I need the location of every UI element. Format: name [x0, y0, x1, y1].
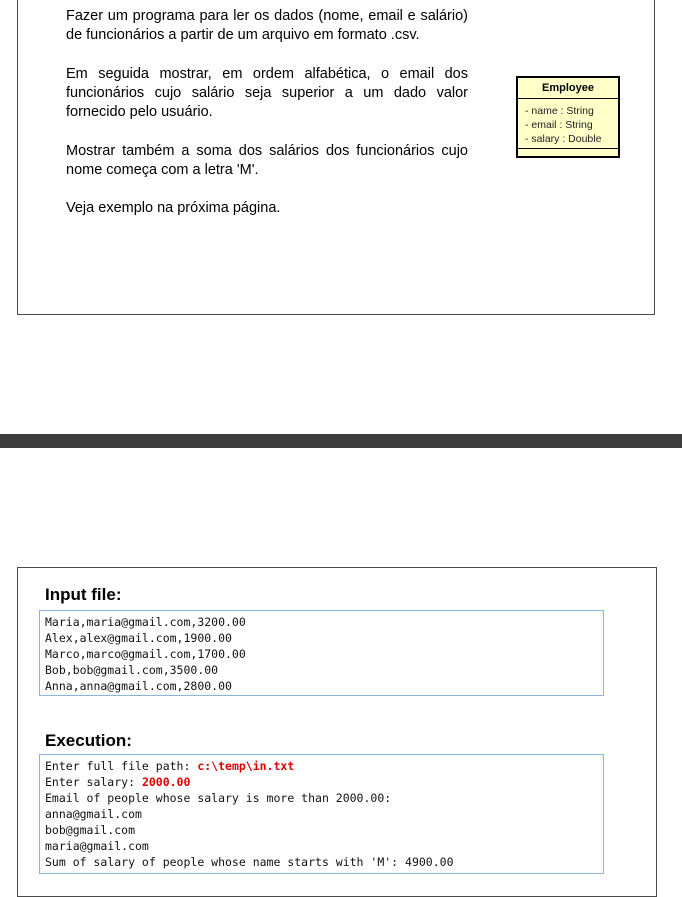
description-paragraph-3: Mostrar também a soma dos salários dos f… — [66, 143, 468, 178]
execution-line: Sum of salary of people whose name start… — [45, 855, 454, 869]
path-input-value: c:\temp\in.txt — [197, 759, 295, 773]
input-file-box: Maria,maria@gmail.com,3200.00 Alex,alex@… — [39, 610, 604, 696]
execution-line: bob@gmail.com — [45, 823, 136, 837]
uml-attributes: - name : String - email : String - salar… — [518, 99, 618, 149]
uml-class-diagram: Employee - name : String - email : Strin… — [516, 76, 620, 158]
salary-prompt: Enter salary: — [45, 775, 142, 789]
input-file-heading: Input file: — [45, 585, 122, 604]
execution-line-salary: Enter salary: 2000.00 — [45, 774, 603, 790]
input-line: Alex,alex@gmail.com,1900.00 — [45, 631, 232, 645]
input-line: Maria,maria@gmail.com,3200.00 — [45, 615, 246, 629]
uml-attribute: - name : String — [525, 105, 594, 117]
input-line: Bob,bob@gmail.com,3500.00 — [45, 663, 219, 677]
execution-heading: Execution: — [45, 731, 132, 750]
page-divider — [0, 434, 682, 448]
description-paragraph-4: Veja exemplo na próxima página. — [66, 200, 281, 216]
input-line: Anna,anna@gmail.com,2800.00 — [45, 679, 232, 693]
execution-line: Email of people whose salary is more tha… — [45, 791, 392, 805]
execution-line-path: Enter full file path: c:\temp\in.txt — [45, 758, 603, 774]
path-prompt: Enter full file path: — [45, 759, 198, 773]
uml-attribute: - email : String — [525, 119, 593, 131]
uml-attribute: - salary : Double — [525, 133, 602, 145]
input-line: Marco,marco@gmail.com,1700.00 — [45, 647, 246, 661]
uml-class-name: Employee — [518, 78, 618, 99]
execution-line: anna@gmail.com — [45, 807, 142, 821]
description-paragraph-2: Em seguida mostrar, em ordem alfabética,… — [66, 66, 468, 120]
salary-input-value: 2000.00 — [141, 775, 191, 789]
execution-box: Enter full file path: c:\temp\in.txt Ent… — [39, 754, 604, 874]
execution-line: maria@gmail.com — [45, 839, 149, 853]
description-paragraph-1: Fazer um programa para ler os dados (nom… — [66, 8, 468, 43]
